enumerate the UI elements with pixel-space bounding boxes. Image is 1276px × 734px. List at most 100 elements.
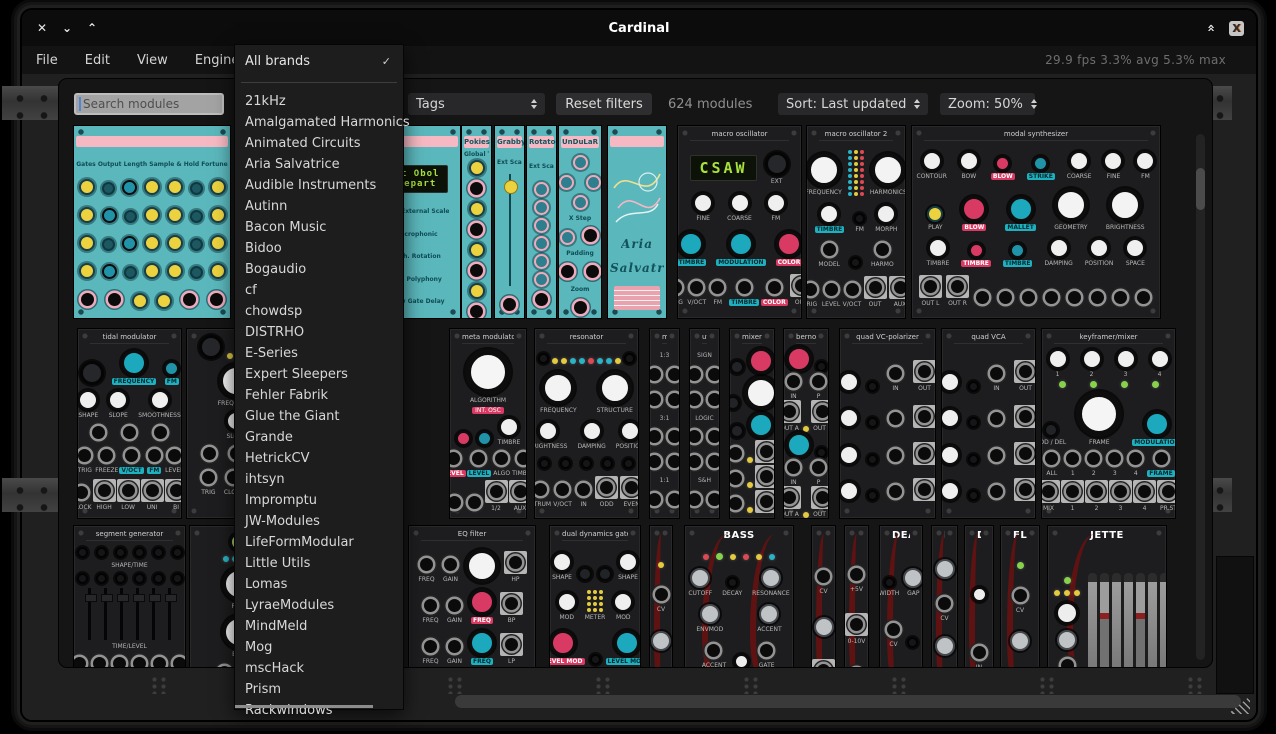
brand-menu-item[interactable]: chowdsp — [235, 301, 403, 322]
module-multiples[interactable]: multiples1:33:11:1 — [649, 328, 680, 519]
vertical-scrollbar[interactable] — [1196, 134, 1205, 660]
knob-icon — [786, 432, 812, 458]
jack-icon — [816, 405, 829, 418]
brand-menu-item[interactable]: Expert Sleepers — [235, 364, 403, 385]
vertical-slider[interactable] — [509, 174, 511, 286]
brand-menu-item[interactable]: Autinn — [235, 196, 403, 217]
sort-select[interactable]: Sort: Last updated — [778, 93, 928, 115]
dropdown-scroll-indicator[interactable] — [235, 705, 373, 708]
double-chevron-up-icon[interactable]: » — [1203, 20, 1219, 36]
jack-icon — [760, 644, 773, 657]
brand-menu-item[interactable]: Mog — [235, 637, 403, 658]
jack-icon — [1090, 485, 1103, 498]
brand-menu-item[interactable]: Animated Circuits — [235, 133, 403, 154]
slider[interactable] — [152, 588, 155, 640]
module-bernoulli-gate[interactable]: bernoulli gateINPOUT AOUT BINPOUT AOUT B — [783, 328, 829, 519]
control-label: V/OCT — [119, 467, 143, 474]
module-undular[interactable]: UnDuLaRX StepPaddingZoom — [558, 125, 602, 319]
brand-menu-item[interactable]: Amalgamated Harmonics — [235, 112, 403, 133]
module-macro-oscillator-2[interactable]: macro oscillator 2FREQUENCYHARMONICSTIMB… — [806, 125, 906, 319]
brand-menu-item[interactable]: Bidoo — [235, 238, 403, 259]
brand-menu-item[interactable]: Impromptu — [235, 490, 403, 511]
module-panel[interactable]: AriaSalvatrice — [607, 125, 667, 319]
module-digi[interactable]: DIGICVANALOG — [931, 525, 958, 668]
module-eq-filter[interactable]: EQ filterFREQGAINHPFREQGAINFREQBPFREQGAI… — [408, 525, 536, 668]
brand-menu-item[interactable]: MindMeld — [235, 616, 403, 637]
brand-menu-item[interactable]: Audible Instruments — [235, 175, 403, 196]
module-quad-vca[interactable]: quad VCAINOUT — [941, 328, 1036, 519]
jack-icon — [668, 455, 680, 468]
knob-icon — [150, 390, 170, 410]
module-jette[interactable]: JETTESRC — [1047, 525, 1167, 668]
module-flopper[interactable]: FLOPPERCVIN — [1000, 525, 1040, 668]
brand-menu-item[interactable]: Glue the Giant — [235, 406, 403, 427]
tags-select[interactable]: Tags — [408, 93, 545, 115]
brand-menu-item[interactable]: mscHack — [235, 658, 403, 679]
module-amp[interactable]: AMPCVIN — [649, 525, 673, 668]
slider[interactable] — [120, 588, 123, 640]
brand-menu-item[interactable]: Bacon Music — [235, 217, 403, 238]
control-cell: LEVEL MOD — [606, 630, 642, 665]
module-segment-generator[interactable]: segment generatorSHAPE/TIMETIME/LEVELGAT… — [73, 525, 186, 668]
module-panel[interactable]: Gates Output Length Sample & Hold Fortun… — [73, 125, 231, 319]
module-rotatoes[interactable]: RotatoesExt Scale — [526, 125, 557, 319]
module-mera[interactable]: MERACVPRE — [811, 525, 836, 668]
slider[interactable] — [168, 588, 171, 640]
module-mixer[interactable]: mixer — [729, 328, 775, 519]
brand-menu-item[interactable]: E-Series — [235, 343, 403, 364]
app-icon[interactable]: X — [1229, 21, 1244, 36]
module-tidal-modulator[interactable]: tidal modulatorFREQUENCYFMSHAPESLOPESMOO… — [77, 328, 182, 519]
reset-filters-button[interactable]: Reset filters — [556, 93, 652, 115]
module-resonator[interactable]: resonatorFREQUENCYSTRUCTUREBRIGHTNESSDAM… — [534, 328, 639, 519]
brand-menu-item[interactable]: Fehler Fabrik — [235, 385, 403, 406]
brand-menu-item[interactable]: Aria Salvatrice — [235, 154, 403, 175]
control-cell — [941, 372, 960, 392]
menu-item-engine[interactable]: Engine — [195, 53, 240, 68]
module-dual-dynamics-gate[interactable]: dual dynamics gateSHAPESHAPEMODMETERMODL… — [549, 525, 641, 668]
brand-menu-item[interactable]: Grande — [235, 427, 403, 448]
brand-menu-item[interactable]: Bogaudio — [235, 259, 403, 280]
brand-menu-item[interactable]: ihtsyn — [235, 469, 403, 490]
control-cell: ALL — [1042, 449, 1061, 477]
brand-menu-item[interactable]: Lomas — [235, 574, 403, 595]
slider[interactable] — [104, 588, 107, 640]
brand-menu-item[interactable]: Little Utils — [235, 553, 403, 574]
slider[interactable] — [136, 588, 139, 640]
module-macro-oscillator[interactable]: macro oscillatorCSAWEXTFINECOARSEFMTIMBR… — [677, 125, 802, 319]
brand-menu-item[interactable]: LyraeModules — [235, 595, 403, 616]
brand-menu-item[interactable]: cf — [235, 280, 403, 301]
brand-menu-item[interactable]: Prism — [235, 679, 403, 700]
menu-item-edit[interactable]: Edit — [85, 53, 110, 68]
module-meta-modulator[interactable]: meta modulatorALGORITHMINT. OSCTIMBRELEV… — [449, 328, 527, 519]
brand-menu-item-all[interactable]: All brands ✓ — [235, 50, 403, 72]
module-conv[interactable]: CONV+5V0-10V0-10V — [844, 525, 869, 668]
module-pokies[interactable]: PokiesGlobal Trig — [461, 125, 492, 319]
brand-menu-item[interactable]: Rackwindows — [235, 700, 403, 721]
search-field[interactable] — [81, 97, 201, 111]
brand-menu-item[interactable]: JW-Modules — [235, 511, 403, 532]
search-input[interactable] — [74, 93, 224, 115]
module-utilities[interactable]: utilitiesSIGNLOGICS&H — [689, 328, 720, 519]
module-bass[interactable]: BASSCUTOFFDECAYRESONANCEENVMODACCENTACCE… — [684, 525, 794, 668]
control-label: FREQ — [418, 576, 434, 583]
module-quad-vc-polarizer[interactable]: quad VC-polarizerINOUT — [839, 328, 936, 519]
module-deadband[interactable]: DEADBANDWIDTHGAPCV — [879, 525, 923, 668]
control-row: IN — [970, 643, 989, 668]
brand-menu-item[interactable]: 21kHz — [235, 91, 403, 112]
menu-item-file[interactable]: File — [36, 53, 58, 68]
zoom-select[interactable]: Zoom: 50% — [940, 93, 1035, 115]
menu-item-view[interactable]: View — [137, 53, 168, 68]
slider[interactable] — [88, 588, 91, 640]
module-dc[interactable]: DCIN — [964, 525, 994, 668]
module-title: keyframer/mixer — [1054, 329, 1163, 344]
jack-icon — [668, 430, 680, 443]
brand-menu-item[interactable]: DISTRHO — [235, 322, 403, 343]
module-modal-synthesizer[interactable]: modal synthesizerCONTOURBOWBLOWSTRIKECOA… — [911, 125, 1161, 319]
horizontal-scrollbar[interactable] — [455, 695, 1241, 708]
jack-icon — [973, 646, 986, 659]
module-grabby[interactable]: GrabbyExt Scale — [494, 125, 525, 319]
brand-menu-item[interactable]: LifeFormModular — [235, 532, 403, 553]
brand-menu-item[interactable]: HetrickCV — [235, 448, 403, 469]
module-keyframer-mixer[interactable]: keyframer/mixer1234ADD / DELFRAMEMODULAT… — [1041, 328, 1176, 519]
vertical-scrollbar-handle[interactable] — [1196, 168, 1205, 210]
